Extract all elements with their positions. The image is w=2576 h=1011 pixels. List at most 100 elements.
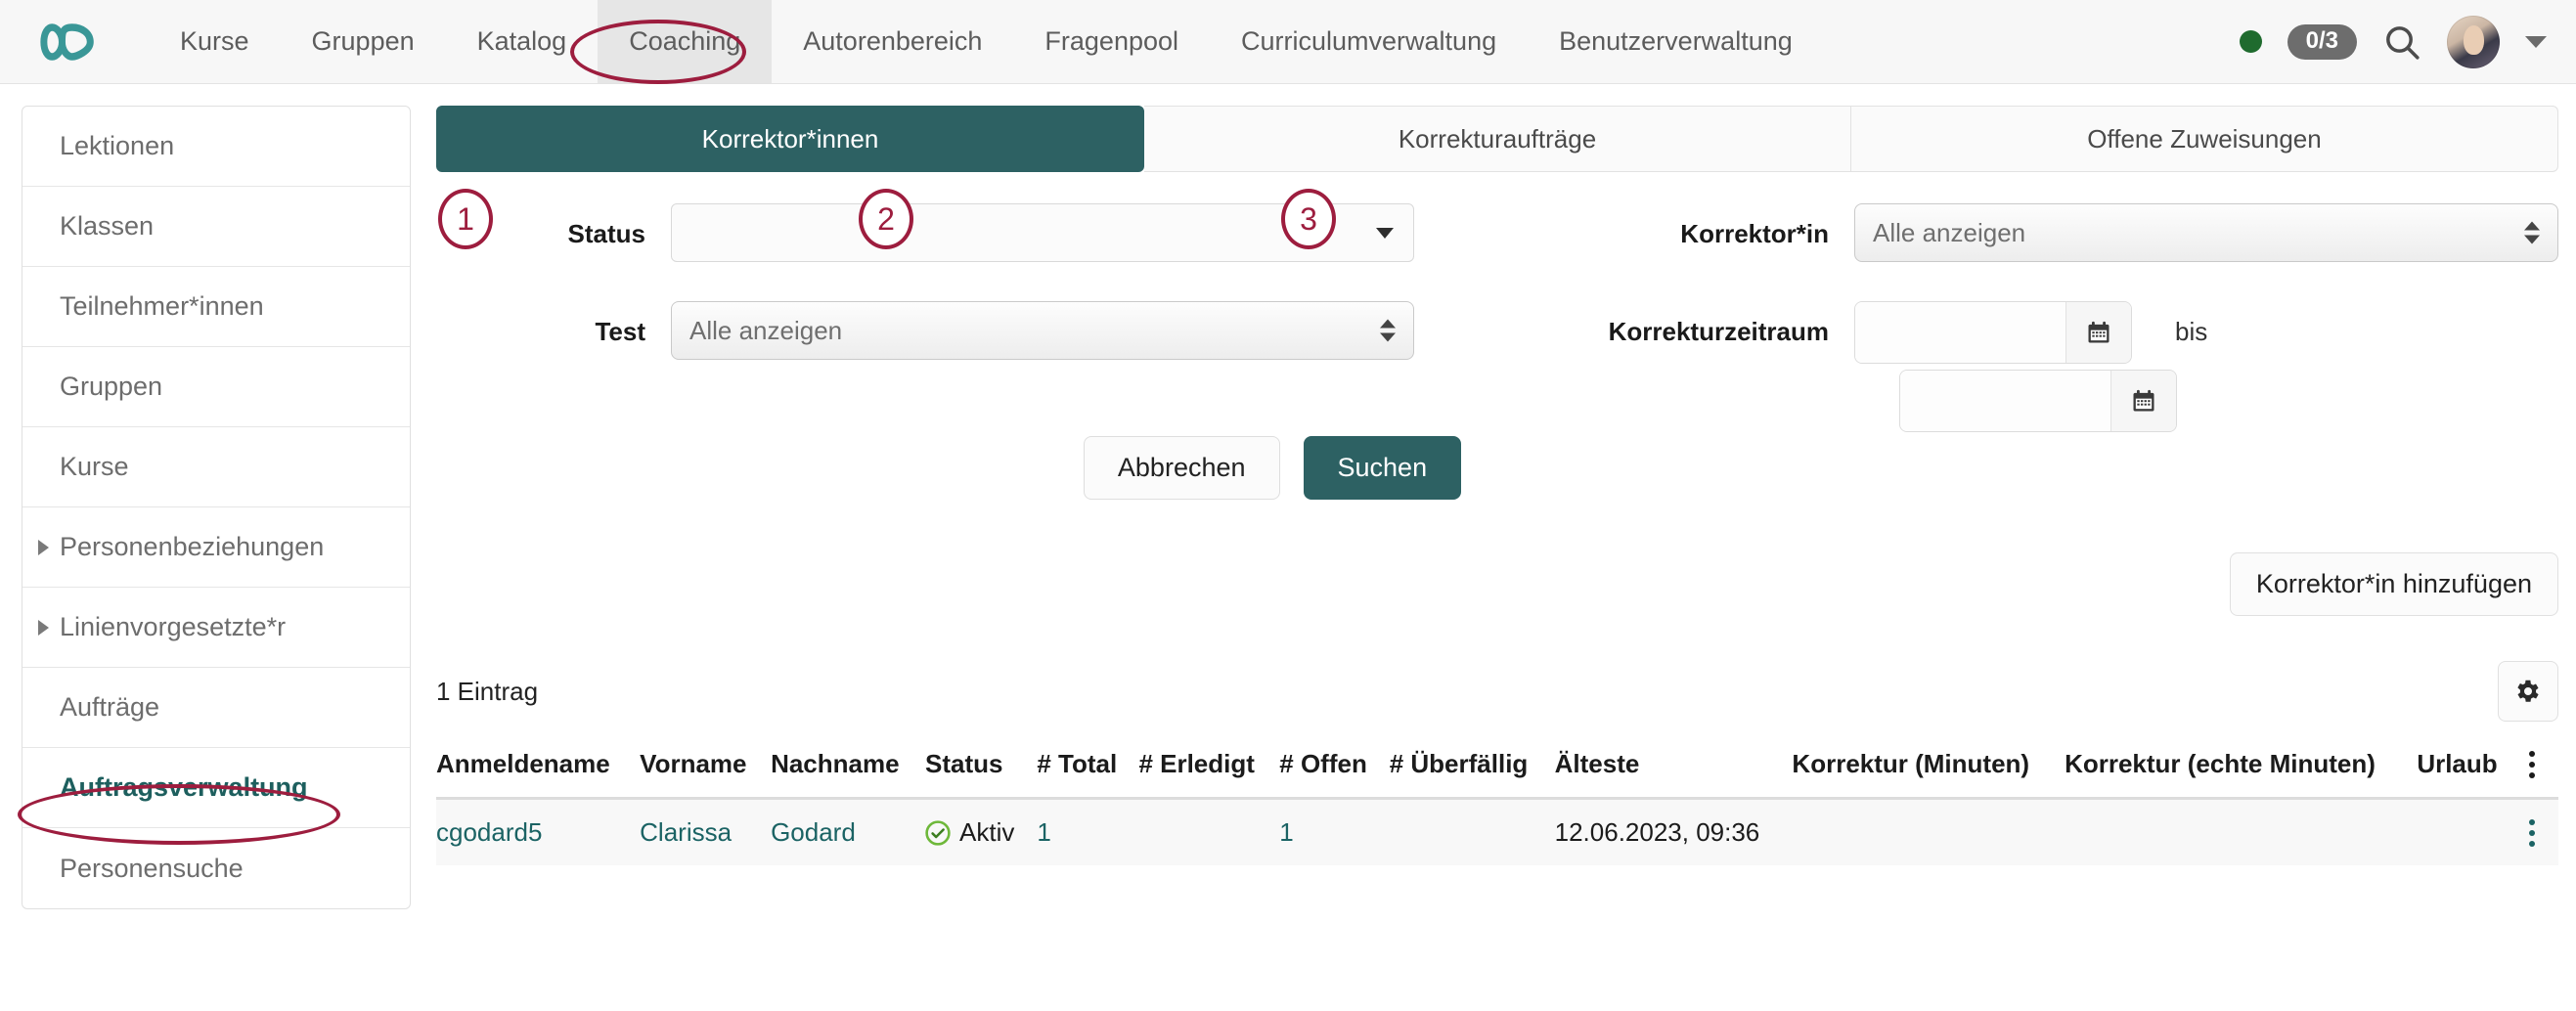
sidebar-item-label: Gruppen xyxy=(60,372,162,402)
korrekturzeitraum-field: bis xyxy=(1854,301,2558,399)
col-ueberfaellig[interactable]: # Überfällig xyxy=(1390,749,1555,799)
nav-label: Fragenpool xyxy=(1044,26,1178,57)
korrektor-field: Alle anzeigen xyxy=(1854,203,2558,301)
check-circle-icon xyxy=(925,820,951,846)
sidebar-item-label: Kurse xyxy=(60,452,129,482)
cell-total[interactable]: 1 xyxy=(1037,799,1138,866)
sidebar-item-gruppen[interactable]: Gruppen xyxy=(22,347,410,427)
main-nav: Kurse Gruppen Katalog Coaching Autorenbe… xyxy=(149,0,1824,83)
gear-icon xyxy=(2513,677,2543,706)
sidebar-item-label: Aufträge xyxy=(60,692,159,723)
search-icon[interactable] xyxy=(2382,22,2421,62)
cell-offen[interactable]: 1 xyxy=(1279,799,1389,866)
nav-item-fragenpool[interactable]: Fragenpool xyxy=(1013,0,1210,83)
nav-item-benutzerverwaltung[interactable]: Benutzerverwaltung xyxy=(1528,0,1824,83)
nav-label: Autorenbereich xyxy=(803,26,982,57)
app-logo[interactable] xyxy=(0,0,149,83)
sidebar-item-auftragsverwaltung[interactable]: Auftragsverwaltung xyxy=(22,748,410,828)
cell-anmeldename[interactable]: cgodard5 xyxy=(436,799,640,866)
cell-urlaub xyxy=(2417,799,2519,866)
cell-vorname[interactable]: Clarissa xyxy=(640,799,771,866)
nav-item-kurse[interactable]: Kurse xyxy=(149,0,281,83)
sidebar-item-klassen[interactable]: Klassen xyxy=(22,187,410,267)
tab-korrektorinnen[interactable]: Korrektor*innen xyxy=(436,106,1144,172)
cell-row-actions[interactable] xyxy=(2519,799,2558,866)
expand-triangle-icon[interactable] xyxy=(38,620,49,636)
date-to-input[interactable] xyxy=(1900,371,2110,431)
tab-label: Korrektor*innen xyxy=(702,124,879,154)
date-to-calendar-button[interactable] xyxy=(2110,371,2176,431)
date-from-input[interactable] xyxy=(1855,302,2065,363)
sidebar-item-personensuche[interactable]: Personensuche xyxy=(22,828,410,908)
date-from-calendar-button[interactable] xyxy=(2065,302,2131,363)
nav-item-coaching[interactable]: Coaching xyxy=(598,0,772,83)
test-label: Test xyxy=(436,301,671,399)
table-settings-button[interactable] xyxy=(2498,661,2558,722)
sidebar-item-linienvorgesetzter[interactable]: Linienvorgesetzte*r xyxy=(22,588,410,668)
col-anmeldename[interactable]: Anmeldename xyxy=(436,749,640,799)
kebab-menu-icon[interactable] xyxy=(2519,751,2545,778)
korrektor-select[interactable]: Alle anzeigen xyxy=(1854,203,2558,262)
nav-item-autorenbereich[interactable]: Autorenbereich xyxy=(772,0,1013,83)
add-korrektor-button[interactable]: Korrektor*in hinzufügen xyxy=(2230,552,2558,616)
cell-status: Aktiv xyxy=(925,799,1037,866)
cell-nachname[interactable]: Godard xyxy=(771,799,925,866)
nav-label: Katalog xyxy=(477,26,567,57)
col-korrektur-echte-minuten[interactable]: Korrektur (echte Minuten) xyxy=(2065,749,2417,799)
calendar-icon xyxy=(2130,387,2157,415)
form-actions: Abbrechen Suchen xyxy=(436,436,2558,500)
avatar[interactable] xyxy=(2447,16,2500,68)
chevron-down-icon xyxy=(1376,228,1394,239)
search-button[interactable]: Suchen xyxy=(1304,436,1462,500)
nav-label: Coaching xyxy=(629,26,740,57)
table-header: Anmeldename Vorname Nachname Status # To… xyxy=(436,749,2558,799)
col-erledigt[interactable]: # Erledigt xyxy=(1138,749,1279,799)
col-offen[interactable]: # Offen xyxy=(1279,749,1389,799)
col-korrektur-minuten[interactable]: Korrektur (Minuten) xyxy=(1792,749,2065,799)
expand-triangle-icon[interactable] xyxy=(38,540,49,555)
cell-ueberfaellig xyxy=(1390,799,1555,866)
cell-korrektur-echte-minuten xyxy=(2065,799,2417,866)
infinity-logo xyxy=(37,21,111,64)
korrekturzeitraum-label: Korrekturzeitraum xyxy=(1561,301,1854,399)
calendar-icon xyxy=(2085,319,2112,346)
sidebar-item-teilnehmerinnen[interactable]: Teilnehmer*innen xyxy=(22,267,410,347)
col-actions[interactable] xyxy=(2519,749,2558,799)
col-vorname[interactable]: Vorname xyxy=(640,749,771,799)
task-count-badge[interactable]: 0/3 xyxy=(2287,24,2357,60)
cancel-button[interactable]: Abbrechen xyxy=(1084,436,1280,500)
status-label: Status xyxy=(436,203,671,301)
test-select-value: Alle anzeigen xyxy=(689,316,842,346)
col-status[interactable]: Status xyxy=(925,749,1037,799)
add-button-row: Korrektor*in hinzufügen xyxy=(436,552,2558,616)
col-total[interactable]: # Total xyxy=(1037,749,1138,799)
select-spinner-icon xyxy=(1380,320,1396,342)
chevron-down-icon[interactable] xyxy=(2525,36,2547,48)
sidebar-item-personenbeziehungen[interactable]: Personenbeziehungen xyxy=(22,507,410,588)
col-urlaub[interactable]: Urlaub xyxy=(2417,749,2519,799)
nav-item-gruppen[interactable]: Gruppen xyxy=(281,0,446,83)
korrektor-select-value: Alle anzeigen xyxy=(1873,218,2025,248)
tab-offene-zuweisungen[interactable]: Offene Zuweisungen xyxy=(1851,106,2558,172)
status-field xyxy=(671,203,1414,301)
nav-item-curriculumverwaltung[interactable]: Curriculumverwaltung xyxy=(1210,0,1528,83)
test-select[interactable]: Alle anzeigen xyxy=(671,301,1414,360)
sidebar-item-auftraege[interactable]: Aufträge xyxy=(22,668,410,748)
kebab-menu-icon[interactable] xyxy=(2519,819,2545,847)
date-range-row-to xyxy=(1899,370,2558,432)
status-dropdown[interactable] xyxy=(671,203,1414,262)
sidebar-item-label: Klassen xyxy=(60,211,154,242)
sidebar-item-label: Lektionen xyxy=(60,131,174,161)
sidebar-item-kurse[interactable]: Kurse xyxy=(22,427,410,507)
sidebar-item-lektionen[interactable]: Lektionen xyxy=(22,107,410,187)
test-field: Alle anzeigen xyxy=(671,301,1414,399)
tab-korrekturauftraege[interactable]: Korrekturaufträge xyxy=(1144,106,1851,172)
col-nachname[interactable]: Nachname xyxy=(771,749,925,799)
nav-item-katalog[interactable]: Katalog xyxy=(446,0,599,83)
online-status-icon xyxy=(2240,30,2262,53)
korrektor-label: Korrektor*in xyxy=(1561,203,1854,301)
col-aelteste[interactable]: Älteste xyxy=(1555,749,1793,799)
date-range-row-from: bis xyxy=(1854,301,2558,364)
table-row[interactable]: cgodard5 Clarissa Godard Aktiv 1 xyxy=(436,799,2558,866)
status-text: Aktiv xyxy=(959,817,1014,848)
